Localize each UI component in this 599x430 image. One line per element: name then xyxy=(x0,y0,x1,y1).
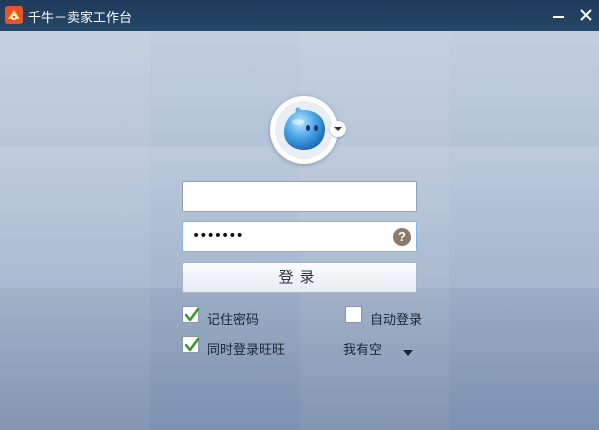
checkmark-icon xyxy=(184,307,200,322)
checkmark-icon xyxy=(184,337,200,352)
auto-login-label[interactable]: 自动登录 xyxy=(370,309,422,328)
close-icon xyxy=(580,9,592,21)
qianniu-app-icon xyxy=(5,6,23,24)
title-bar[interactable]: 千牛－卖家工作台 xyxy=(0,0,599,31)
minimize-button[interactable] xyxy=(548,5,570,25)
login-window: 千牛－卖家工作台 ••••••• ? 登录 记住密码 自动登录 同时登录旺旺 我… xyxy=(0,0,599,430)
username-field[interactable] xyxy=(182,181,417,212)
help-icon[interactable]: ? xyxy=(393,228,411,246)
remember-password-label[interactable]: 记住密码 xyxy=(207,309,259,328)
password-field[interactable]: ••••••• ? xyxy=(182,221,417,252)
minimize-icon xyxy=(553,16,564,18)
caret-down-icon xyxy=(403,350,413,356)
avatar[interactable] xyxy=(270,96,338,164)
wangwang-avatar-icon xyxy=(275,101,333,159)
status-select[interactable]: 我有空 xyxy=(343,339,382,358)
account-dropdown[interactable] xyxy=(330,121,346,137)
username-input[interactable] xyxy=(183,182,391,211)
remember-password-checkbox[interactable] xyxy=(182,306,200,323)
window-title: 千牛－卖家工作台 xyxy=(28,11,133,26)
chevron-down-icon xyxy=(334,127,342,131)
close-button[interactable] xyxy=(575,5,597,25)
status-dropdown-button[interactable] xyxy=(403,345,413,360)
login-wangwang-label[interactable]: 同时登录旺旺 xyxy=(207,339,285,358)
auto-login-checkbox[interactable] xyxy=(345,306,362,323)
login-wangwang-checkbox[interactable] xyxy=(182,336,200,353)
password-input[interactable]: ••••••• xyxy=(192,228,244,244)
login-button[interactable]: 登录 xyxy=(182,262,417,293)
